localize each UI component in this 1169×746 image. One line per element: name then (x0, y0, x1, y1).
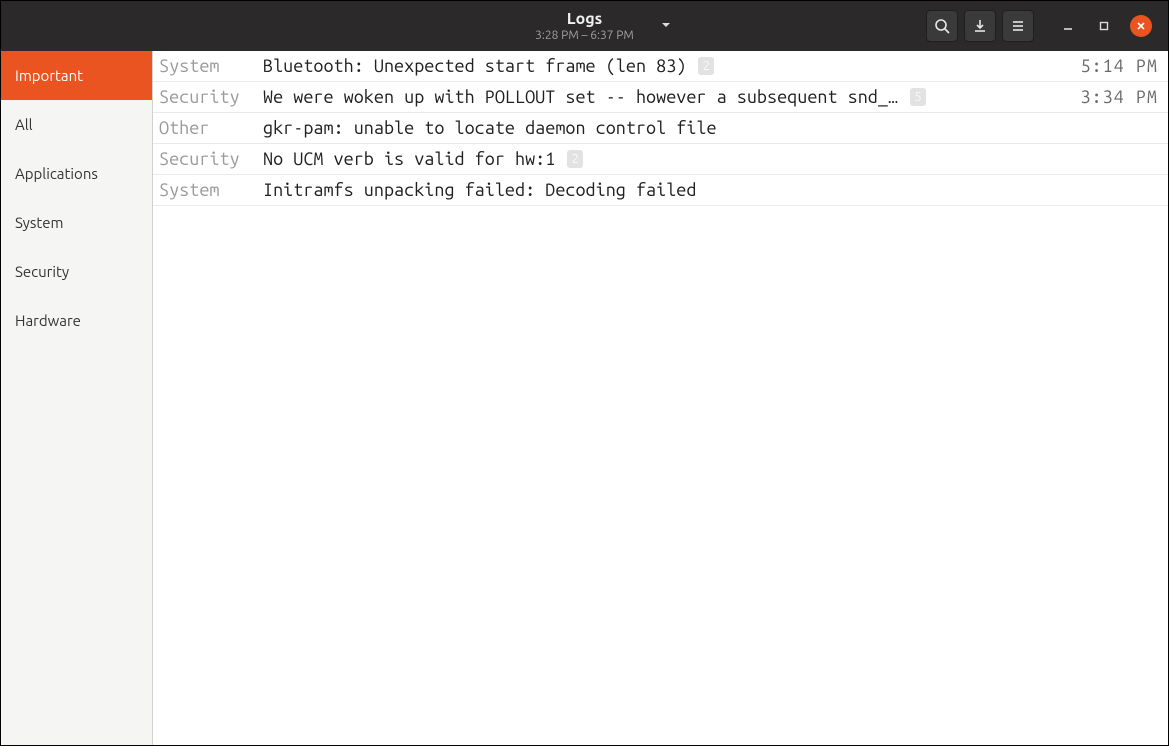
log-row[interactable]: Security No UCM verb is valid for hw:1 2 (153, 144, 1168, 175)
log-message: No UCM verb is valid for hw:1 (263, 149, 555, 169)
log-time: 5:14 PM (1080, 56, 1158, 76)
count-badge: 2 (567, 150, 583, 168)
dropdown-toggle[interactable] (660, 17, 672, 35)
log-row[interactable]: Other gkr-pam: unable to locate daemon co… (153, 113, 1168, 144)
search-icon (934, 18, 950, 34)
count-badge: 2 (698, 57, 714, 75)
close-button[interactable] (1130, 15, 1152, 37)
app-title: Logs (567, 10, 602, 28)
app-window: Logs 3:28 PM – 6:37 PM (0, 0, 1169, 746)
log-time: 3:34 PM (1080, 87, 1158, 107)
log-list[interactable]: System Bluetooth: Unexpected start frame … (153, 51, 1168, 745)
menu-button[interactable] (1002, 10, 1034, 42)
maximize-button[interactable] (1094, 16, 1114, 36)
log-message: gkr-pam: unable to locate daemon control… (263, 118, 717, 138)
window-controls (1058, 15, 1152, 37)
minimize-icon (1062, 20, 1074, 32)
sidebar-item-hardware[interactable]: Hardware (1, 296, 152, 345)
sidebar-item-system[interactable]: System (1, 198, 152, 247)
search-button[interactable] (926, 10, 958, 42)
log-message: Bluetooth: Unexpected start frame (len 8… (263, 56, 686, 76)
sidebar-item-label: Important (15, 67, 83, 84)
minimize-button[interactable] (1058, 16, 1078, 36)
log-category: System (159, 180, 255, 200)
sidebar-item-all[interactable]: All (1, 100, 152, 149)
sidebar: Important All Applications System Security Ha… (1, 51, 153, 745)
sidebar-item-label: System (15, 214, 64, 231)
time-range-subtitle: 3:28 PM – 6:37 PM (535, 29, 634, 42)
sidebar-item-applications[interactable]: Applications (1, 149, 152, 198)
sidebar-item-label: Hardware (15, 312, 81, 329)
log-category: Security (159, 149, 255, 169)
log-category: System (159, 56, 255, 76)
log-category: Security (159, 87, 255, 107)
chevron-down-icon (660, 19, 672, 31)
export-button[interactable] (964, 10, 996, 42)
titlebar-title-group: Logs 3:28 PM – 6:37 PM (535, 10, 634, 42)
sidebar-item-security[interactable]: Security (1, 247, 152, 296)
sidebar-item-label: Applications (15, 165, 98, 182)
log-row[interactable]: Security We were woken up with POLLOUT se… (153, 82, 1168, 113)
close-icon (1136, 21, 1146, 31)
log-row[interactable]: System Initramfs unpacking failed: Decodi… (153, 175, 1168, 206)
body-area: Important All Applications System Security Ha… (1, 51, 1168, 745)
log-message: We were woken up with POLLOUT set -- how… (263, 87, 898, 107)
download-icon (972, 18, 988, 34)
sidebar-item-label: Security (15, 263, 69, 280)
count-badge: 5 (910, 88, 926, 106)
titlebar: Logs 3:28 PM – 6:37 PM (1, 1, 1168, 51)
log-row[interactable]: System Bluetooth: Unexpected start frame … (153, 51, 1168, 82)
log-message: Initramfs unpacking failed: Decoding fai… (263, 180, 696, 200)
hamburger-icon (1010, 18, 1026, 34)
titlebar-right (926, 10, 1160, 42)
log-category: Other (159, 118, 255, 138)
maximize-icon (1098, 20, 1110, 32)
sidebar-item-label: All (15, 116, 33, 133)
sidebar-item-important[interactable]: Important (1, 51, 152, 100)
